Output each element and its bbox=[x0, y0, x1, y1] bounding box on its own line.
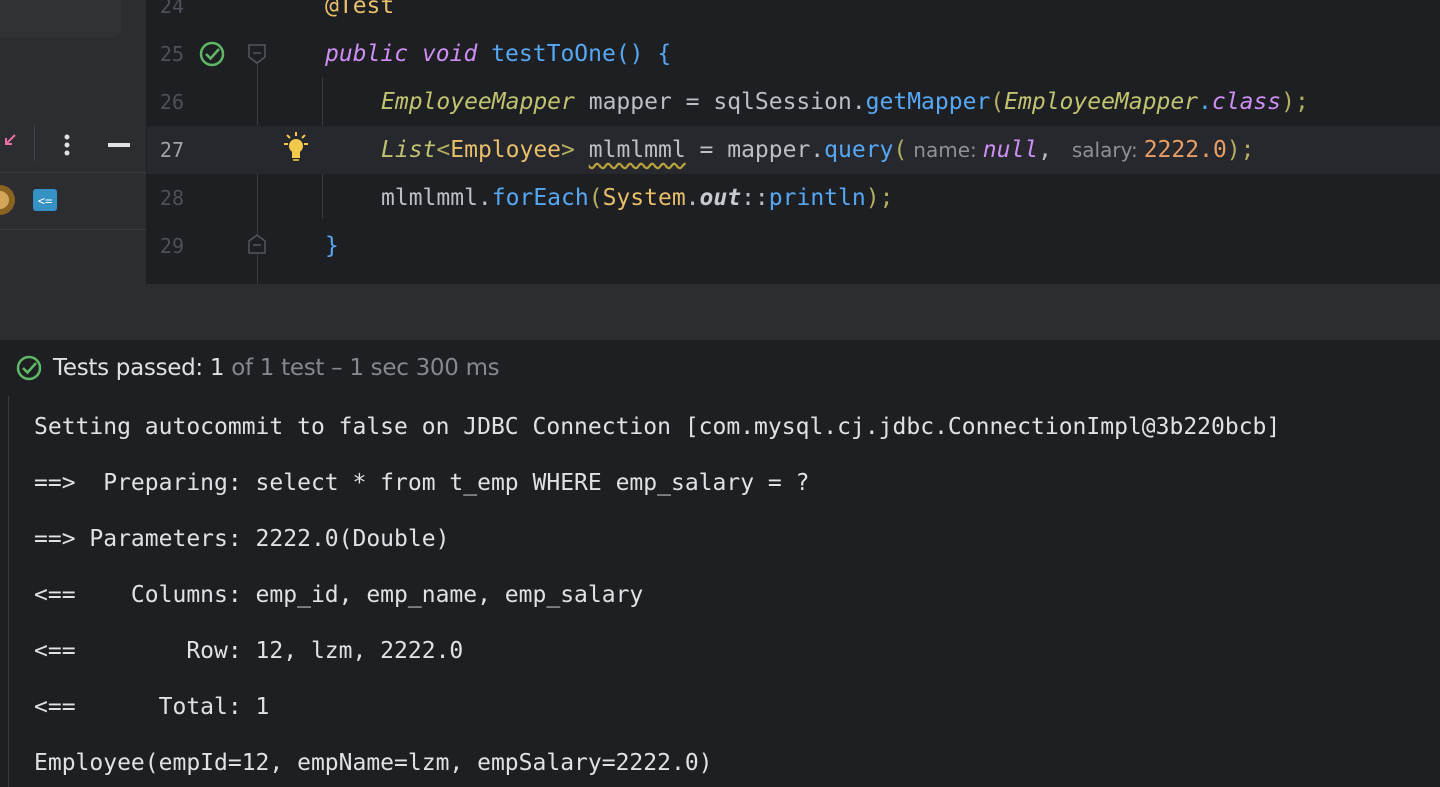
punctuation: ); bbox=[1226, 137, 1255, 163]
punctuation: ( bbox=[893, 137, 908, 163]
keyword: class bbox=[1211, 89, 1282, 115]
method-name: getMapper bbox=[865, 89, 991, 115]
console-line: ==> Parameters: 2222.0(Double) bbox=[34, 526, 450, 552]
punctuation: < bbox=[436, 137, 451, 163]
test-status-text: Tests passed: 1 of 1 test – 1 sec 300 ms bbox=[53, 355, 500, 381]
parameter-hint: name: bbox=[913, 138, 977, 162]
punctuation: ( bbox=[588, 185, 603, 211]
punctuation: . bbox=[1198, 89, 1212, 115]
code-line: 28 mlmlmml.forEach(System.out::println); bbox=[147, 174, 1440, 222]
method-name: forEach bbox=[491, 185, 589, 211]
class-name: System bbox=[602, 185, 686, 211]
static-field: out bbox=[699, 185, 742, 211]
punctuation: , bbox=[1038, 137, 1052, 163]
test-status-bar: Tests passed: 1 of 1 test – 1 sec 300 ms bbox=[0, 340, 1440, 396]
annotation: @Test bbox=[325, 0, 395, 19]
punctuation: :: bbox=[741, 185, 769, 211]
line-number: 29 bbox=[159, 234, 184, 258]
collapse-arrow-icon[interactable] bbox=[0, 130, 20, 150]
keyword: null bbox=[982, 137, 1039, 163]
left-tool-panel: <= bbox=[0, 0, 146, 284]
class-name: List bbox=[381, 137, 437, 163]
tests-passed-label: Tests passed: 1 bbox=[53, 355, 225, 381]
console-gutter bbox=[8, 396, 9, 787]
method-name: testToOne bbox=[491, 41, 616, 67]
code-line: 25 public void testToOne() { bbox=[147, 30, 1440, 78]
class-name: EmployeeMapper bbox=[381, 89, 575, 115]
console-output[interactable]: Setting autocommit to false on JDBC Conn… bbox=[0, 396, 1440, 787]
database-icon[interactable] bbox=[0, 180, 16, 220]
console-line: <== Total: 1 bbox=[34, 694, 270, 720]
punctuation: () { bbox=[615, 41, 672, 67]
code-line: 29 } bbox=[147, 222, 1440, 270]
line-number: 26 bbox=[159, 90, 184, 114]
line-number: 24 bbox=[159, 0, 184, 18]
class-name: EmployeeMapper bbox=[1004, 89, 1199, 115]
line-number: 27 bbox=[159, 138, 184, 162]
code-line: 26 EmployeeMapper mapper = sqlSession.ge… bbox=[147, 78, 1440, 126]
panel-header bbox=[0, 0, 121, 37]
minimize-icon[interactable] bbox=[102, 128, 136, 162]
code-line: 24 @Test bbox=[147, 0, 1440, 30]
fold-end-icon[interactable] bbox=[248, 234, 266, 258]
punctuation: > bbox=[561, 137, 575, 163]
console-line: <== Row: 12, lzm, 2222.0 bbox=[34, 638, 464, 664]
structure-icon[interactable]: <= bbox=[32, 188, 58, 212]
test-passed-icon[interactable] bbox=[198, 40, 226, 72]
divider bbox=[0, 172, 146, 173]
punctuation: ( bbox=[990, 89, 1005, 115]
panel-splitter[interactable] bbox=[0, 284, 1440, 340]
tests-passed-icon bbox=[15, 354, 43, 382]
punctuation: ); bbox=[865, 185, 894, 211]
keyword: public bbox=[325, 41, 409, 67]
toolbar-separator bbox=[34, 125, 35, 161]
variable: = mapper. bbox=[685, 137, 825, 163]
keyword: void bbox=[421, 41, 478, 67]
method-name: println bbox=[768, 185, 866, 211]
variable: mapper = sqlSession. bbox=[574, 89, 866, 115]
punctuation: ); bbox=[1281, 89, 1309, 115]
code-editor[interactable]: 24 @Test 25 public void testToOne() { 26… bbox=[147, 0, 1440, 284]
console-line: Employee(empId=12, empName=lzm, empSalar… bbox=[34, 750, 713, 776]
parameter-hint: salary: bbox=[1071, 138, 1138, 162]
svg-text:<=: <= bbox=[38, 194, 52, 208]
code-text: public void testToOne() { bbox=[325, 30, 671, 78]
code-text: @Test bbox=[325, 0, 394, 30]
divider bbox=[0, 229, 146, 230]
fold-icon[interactable] bbox=[248, 44, 266, 68]
console-line: ==> Preparing: select * from t_emp WHERE… bbox=[34, 470, 810, 496]
line-number: 25 bbox=[159, 42, 184, 66]
more-options-icon[interactable] bbox=[52, 128, 82, 162]
method-name: query bbox=[824, 137, 894, 163]
lightbulb-icon[interactable] bbox=[281, 131, 311, 169]
line-number: 28 bbox=[159, 186, 184, 210]
code-text: mlmlmml.forEach(System.out::println); bbox=[381, 174, 893, 222]
code-text: List<Employee> mlmlmml = mapper.query(na… bbox=[381, 126, 1255, 174]
class-name: Employee bbox=[450, 137, 562, 163]
console-line: Setting autocommit to false on JDBC Conn… bbox=[34, 414, 1281, 440]
variable: mlmlmml. bbox=[381, 185, 492, 211]
code-text: EmployeeMapper mapper = sqlSession.getMa… bbox=[381, 78, 1309, 126]
test-duration: of 1 test – 1 sec 300 ms bbox=[224, 355, 500, 381]
code-text: } bbox=[325, 233, 339, 259]
number-literal: 2222.0 bbox=[1143, 137, 1227, 163]
variable-warning[interactable]: mlmlmml bbox=[589, 137, 686, 163]
code-line-current: 27 List<Employee> mlmlmml = mapper.query… bbox=[147, 126, 1440, 174]
console-line: <== Columns: emp_id, emp_name, emp_salar… bbox=[34, 582, 644, 608]
punctuation: . bbox=[685, 185, 700, 211]
